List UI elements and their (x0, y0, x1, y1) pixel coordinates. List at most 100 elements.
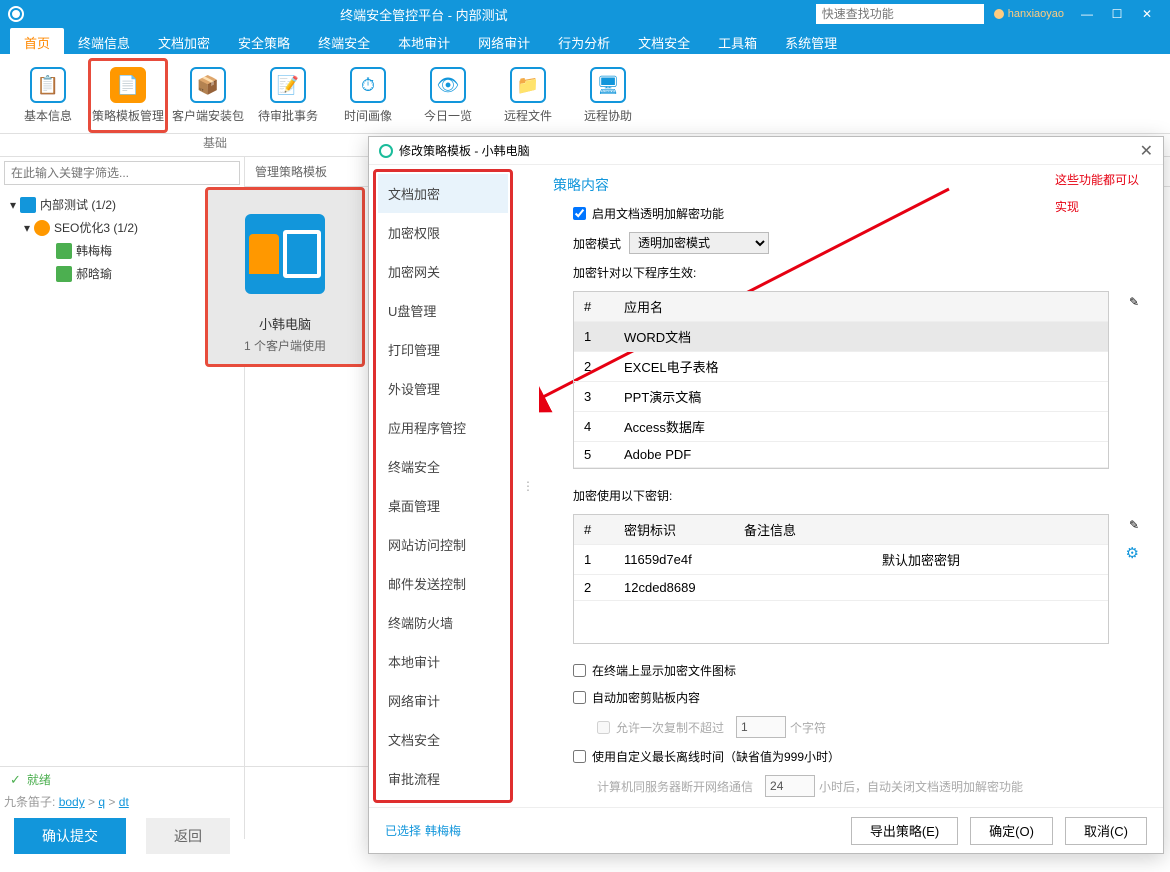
apps-table: #应用名 1WORD文档 2EXCEL电子表格 3PPT演示文稿 4Access… (573, 291, 1109, 469)
cat-encrypt-gateway[interactable]: 加密网关 (378, 252, 508, 291)
cat-usb[interactable]: U盘管理 (378, 291, 508, 330)
breadcrumb: 九条笛子: body > q > dt (4, 793, 129, 810)
dialog-title: 修改策略模板 - 小韩电脑 (399, 142, 530, 159)
edit-apps-icon[interactable]: ✎ (1129, 295, 1139, 309)
cat-app-control[interactable]: 应用程序管控 (378, 408, 508, 447)
cb-enable-label: 启用文档透明加解密功能 (592, 205, 724, 222)
cat-encrypt-perm[interactable]: 加密权限 (378, 213, 508, 252)
close-icon[interactable]: ✕ (1132, 7, 1162, 21)
tree-group[interactable]: ▾SEO优化3 (1/2) (6, 216, 238, 239)
menu-local-audit[interactable]: 本地审计 (384, 28, 464, 54)
annotation-text: 这些功能都可以实现 (1055, 165, 1139, 219)
cb-show-icon[interactable] (573, 664, 586, 677)
cb-offline[interactable] (573, 750, 586, 763)
menu-doc-encrypt[interactable]: 文档加密 (144, 28, 224, 54)
ribbon-client-package[interactable]: 📦客户端安装包 (168, 58, 248, 133)
breadcrumb-link[interactable]: dt (119, 795, 129, 809)
table-row[interactable]: 212cded8689 (574, 575, 1108, 601)
cat-mail[interactable]: 邮件发送控制 (378, 564, 508, 603)
menu-toolbox[interactable]: 工具箱 (704, 28, 771, 54)
cat-network-audit[interactable]: 网络审计 (378, 681, 508, 720)
cat-doc-safety[interactable]: 文档安全 (378, 720, 508, 759)
mode-label: 加密模式 (573, 235, 621, 252)
table-row[interactable]: 4Access数据库 (574, 412, 1108, 442)
ribbon-today-overview[interactable]: 👁今日一览 (408, 58, 488, 133)
top-menu: 首页 终端信息 文档加密 安全策略 终端安全 本地审计 网络审计 行为分析 文档… (0, 28, 1170, 54)
template-card[interactable]: 小韩电脑 1 个客户端使用 (205, 187, 365, 367)
menu-home[interactable]: 首页 (10, 28, 64, 54)
edit-keys-icon[interactable]: ✎ (1129, 518, 1139, 532)
maximize-icon[interactable]: ☐ (1102, 7, 1132, 21)
cb-auto-clip[interactable] (573, 691, 586, 704)
menu-system[interactable]: 系统管理 (771, 28, 851, 54)
keys-table: #密钥标识备注信息 111659d7e4f默认加密密钥 212cded8689 (573, 514, 1109, 644)
category-list: 文档加密 加密权限 加密网关 U盘管理 打印管理 外设管理 应用程序管控 终端安… (373, 169, 513, 803)
table-row[interactable]: 3PPT演示文稿 (574, 382, 1108, 412)
offline-hours-input (765, 775, 815, 797)
app-logo-icon (8, 6, 24, 22)
tree-pc-2[interactable]: 郝晗瑜 (6, 262, 238, 285)
template-card-icon (245, 214, 325, 294)
menu-behavior[interactable]: 行为分析 (544, 28, 624, 54)
export-policy-button[interactable]: 导出策略(E) (851, 817, 958, 845)
back-button[interactable]: 返回 (146, 818, 230, 854)
cat-print[interactable]: 打印管理 (378, 330, 508, 369)
ribbon-remote-file[interactable]: 📁远程文件 (488, 58, 568, 133)
gear-icon[interactable]: ⚙ (1126, 544, 1139, 562)
menu-security-policy[interactable]: 安全策略 (224, 28, 304, 54)
mode-select[interactable]: 透明加密模式 (629, 232, 769, 254)
table-row[interactable]: 111659d7e4f默认加密密钥 (574, 545, 1108, 575)
edit-policy-dialog: 修改策略模板 - 小韩电脑 ✕ 文档加密 加密权限 加密网关 U盘管理 打印管理… (368, 136, 1164, 854)
cancel-button[interactable]: 取消(C) (1065, 817, 1147, 845)
menu-doc-safety[interactable]: 文档安全 (624, 28, 704, 54)
confirm-submit-button[interactable]: 确认提交 (14, 818, 126, 854)
template-card-sub: 1 个客户端使用 (244, 337, 326, 354)
ribbon-time-portrait[interactable]: ⏱时间画像 (328, 58, 408, 133)
cb-enable-encrypt[interactable] (573, 207, 586, 220)
cat-approval[interactable]: 审批流程 (378, 759, 508, 798)
table-row[interactable]: 2EXCEL电子表格 (574, 352, 1108, 382)
menu-terminal-security[interactable]: 终端安全 (304, 28, 384, 54)
title-bar: 终端安全管控平台 - 内部测试 hanxiaoyao — ☐ ✕ (0, 0, 1170, 28)
dialog-logo-icon (379, 144, 393, 158)
cb-copy-limit (597, 721, 610, 734)
cat-peripheral[interactable]: 外设管理 (378, 369, 508, 408)
template-card-name: 小韩电脑 (259, 314, 311, 333)
cat-firewall[interactable]: 终端防火墙 (378, 603, 508, 642)
dialog-splitter[interactable]: ⋮ (517, 165, 539, 807)
app-title: 终端安全管控平台 - 内部测试 (32, 5, 816, 24)
dialog-close-icon[interactable]: ✕ (1140, 141, 1153, 161)
menu-network-audit[interactable]: 网络审计 (464, 28, 544, 54)
cat-terminal-security[interactable]: 终端安全 (378, 447, 508, 486)
ribbon-basic-info[interactable]: 📋基本信息 (8, 58, 88, 133)
breadcrumb-link[interactable]: body (59, 795, 85, 809)
status-bar: 就绪 (0, 766, 370, 792)
user-label[interactable]: hanxiaoyao (994, 8, 1064, 20)
copy-limit-input (736, 716, 786, 738)
cat-website[interactable]: 网站访问控制 (378, 525, 508, 564)
cat-local-audit[interactable]: 本地审计 (378, 642, 508, 681)
ok-button[interactable]: 确定(O) (970, 817, 1053, 845)
cat-desktop[interactable]: 桌面管理 (378, 486, 508, 525)
apps-label: 加密针对以下程序生效: (573, 264, 696, 281)
tree-filter-input[interactable] (4, 161, 240, 185)
selected-name: 韩梅梅 (425, 822, 461, 839)
tree-root[interactable]: ▾内部测试 (1/2) (6, 193, 238, 216)
table-row[interactable]: 5Adobe PDF (574, 442, 1108, 468)
breadcrumb-link[interactable]: q (98, 795, 105, 809)
keys-label: 加密使用以下密钥: (573, 487, 672, 504)
ribbon-group-label: 基础 (0, 134, 430, 151)
policy-content: 这些功能都可以实现 策略内容 启用文档透明加解密功能 加密模式 透明加密模式 加… (539, 165, 1163, 807)
table-row[interactable]: 1WORD文档 (574, 322, 1108, 352)
global-search-input[interactable] (816, 4, 984, 24)
cat-affiliate[interactable]: 附属功能 (378, 798, 508, 803)
cat-doc-encrypt[interactable]: 文档加密 (378, 174, 508, 213)
minimize-icon[interactable]: — (1072, 7, 1102, 21)
ribbon-pending-approval[interactable]: 📝待审批事务 (248, 58, 328, 133)
tree-pc-1[interactable]: 韩梅梅 (6, 239, 238, 262)
selected-label: 已选择 (385, 822, 421, 839)
ribbon: 📋基本信息 📄策略模板管理 📦客户端安装包 📝待审批事务 ⏱时间画像 👁今日一览… (0, 54, 1170, 134)
ribbon-policy-template[interactable]: 📄策略模板管理 (88, 58, 168, 133)
ribbon-remote-assist[interactable]: 🖥远程协助 (568, 58, 648, 133)
menu-terminal-info[interactable]: 终端信息 (64, 28, 144, 54)
